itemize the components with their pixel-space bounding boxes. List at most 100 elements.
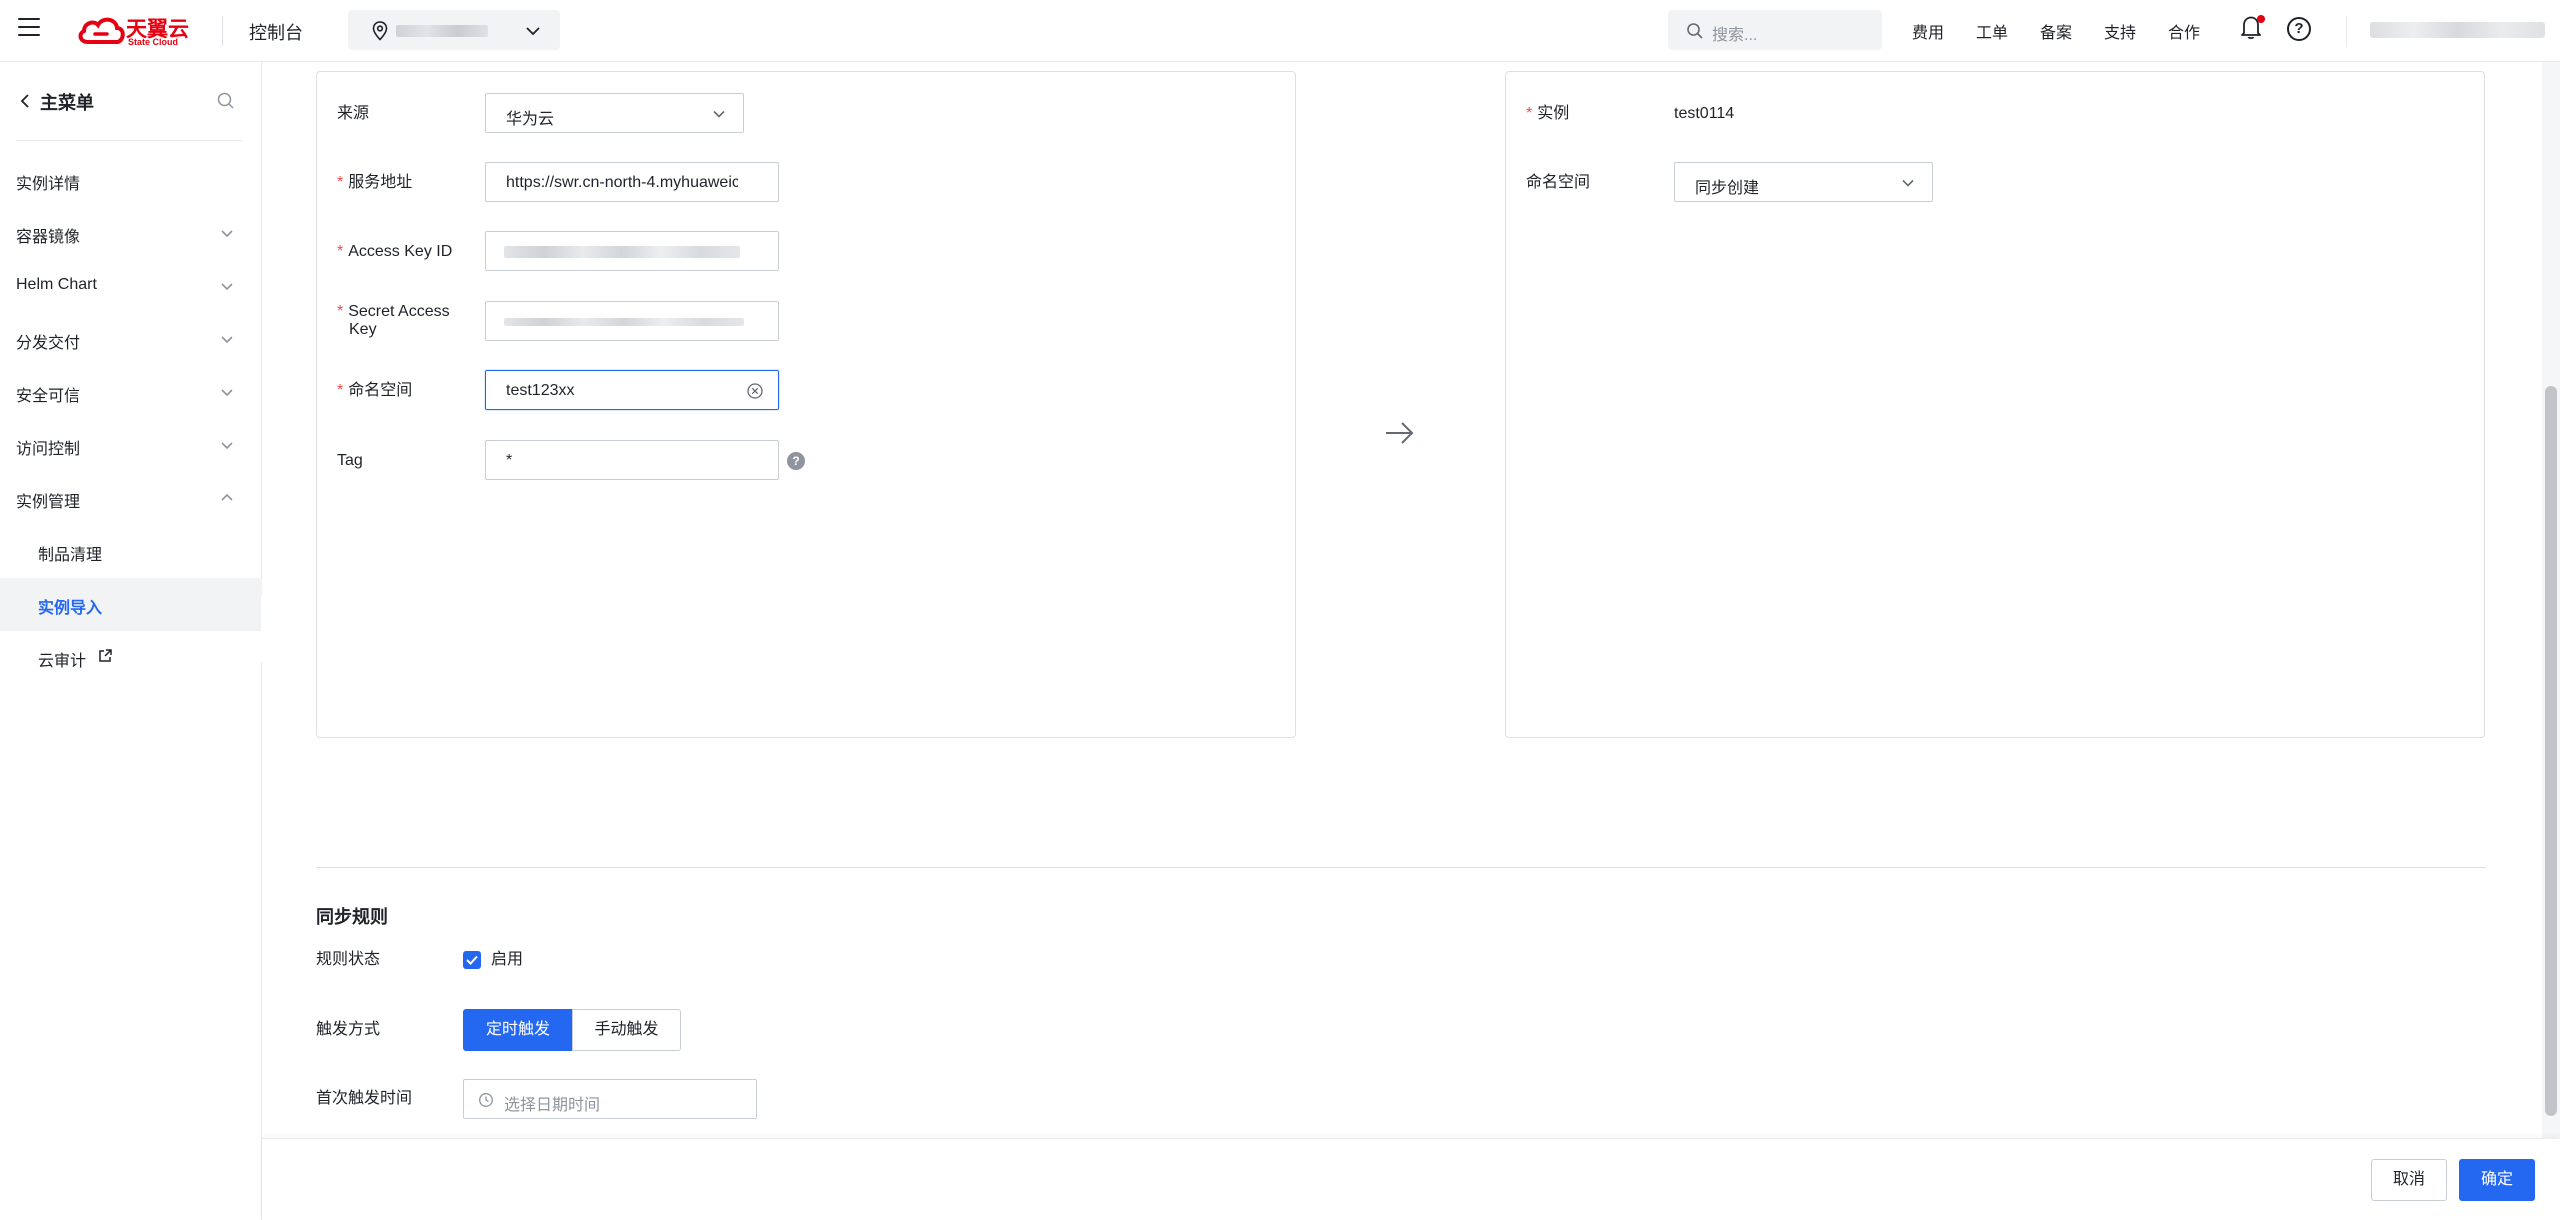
question-icon[interactable]: ? — [787, 452, 805, 470]
sidebar-item-label: 实例导入 — [38, 600, 103, 617]
chevron-down-icon — [221, 230, 233, 238]
location-pin-icon — [372, 21, 388, 41]
region-value-redacted — [396, 25, 488, 37]
checkmark-icon — [466, 955, 478, 965]
chevron-down-icon — [221, 389, 233, 397]
nav-tickets[interactable]: 工单 — [1976, 19, 2008, 43]
target-namespace-select[interactable]: 同步创建 — [1674, 162, 1933, 202]
instance-value: test0114 — [1674, 105, 1735, 122]
source-select-value: 华为云 — [506, 111, 555, 128]
access-key-id-label: * Access Key ID — [337, 243, 453, 260]
logo[interactable]: 天翼云 State Cloud — [76, 13, 198, 49]
divider — [316, 867, 2486, 868]
chevron-down-icon — [221, 336, 233, 344]
sync-rules-title: 同步规则 — [316, 907, 388, 927]
sidebar-item-instance-details[interactable]: 实例详情 — [0, 154, 262, 207]
clear-icon[interactable] — [746, 382, 764, 400]
target-namespace-label: 命名空间 — [1526, 174, 1591, 191]
nav-support[interactable]: 支持 — [2104, 19, 2136, 43]
namespace-input[interactable]: test123xx — [485, 370, 779, 410]
menu-icon[interactable] — [18, 18, 40, 38]
nav-billing[interactable]: 费用 — [1912, 19, 1944, 43]
search-placeholder: 搜索... — [1712, 27, 1758, 44]
sidebar: 主菜单 实例详情 容器镜像 Helm Chart 分发交付 安全可信 访问控制 … — [0, 62, 262, 1220]
search-icon[interactable] — [216, 91, 236, 111]
global-search-input[interactable]: 搜索... — [1668, 10, 1882, 50]
sidebar-header: 主菜单 — [16, 88, 242, 118]
region-select[interactable] — [348, 10, 560, 50]
rule-status-checkbox[interactable] — [463, 951, 481, 969]
namespace-value: test123xx — [506, 382, 575, 399]
arrow-right-icon — [1386, 422, 1414, 444]
tag-label: Tag — [337, 452, 363, 469]
instance-label: * 实例 — [1526, 105, 1570, 122]
sidebar-item-label: 实例管理 — [16, 494, 81, 511]
external-link-icon — [99, 649, 112, 662]
target-panel: * 实例 test0114 命名空间 同步创建 — [1505, 71, 2485, 738]
service-address-label: * 服务地址 — [337, 174, 413, 191]
sidebar-item-label: 实例详情 — [16, 176, 81, 193]
user-account-redacted[interactable] — [2370, 22, 2545, 38]
sidebar-item-label: 访问控制 — [16, 441, 81, 458]
source-label: 来源 — [337, 105, 370, 122]
service-address-value: https://swr.cn-north-4.myhuaweicloud.com — [506, 174, 738, 191]
clock-icon — [479, 1093, 493, 1107]
trigger-option-manual[interactable]: 手动触发 — [572, 1009, 681, 1051]
console-title[interactable]: 控制台 — [249, 19, 303, 45]
divider — [222, 16, 223, 46]
secret-access-key-input[interactable] — [485, 301, 779, 341]
sidebar-item-label: 制品清理 — [38, 547, 103, 564]
sidebar-subitem-artifact-cleanup[interactable]: 制品清理 — [0, 525, 262, 578]
sidebar-item-label: 分发交付 — [16, 335, 81, 352]
sidebar-item-label: 容器镜像 — [16, 229, 81, 246]
sidebar-item-distribution[interactable]: 分发交付 — [0, 313, 262, 366]
help-icon[interactable]: ? — [2287, 17, 2311, 41]
search-icon — [1687, 23, 1703, 39]
sidebar-subitem-instance-import[interactable]: 实例导入 — [0, 578, 262, 631]
tag-input[interactable]: * — [485, 440, 779, 480]
scrollbar-thumb[interactable] — [2545, 386, 2557, 1116]
sidebar-item-helm-chart[interactable]: Helm Chart — [0, 260, 262, 313]
sidebar-item-label: Helm Chart — [16, 276, 97, 293]
first-trigger-time-placeholder: 选择日期时间 — [504, 1097, 601, 1114]
sidebar-item-label: 云审计 — [38, 653, 87, 670]
sidebar-item-container-images[interactable]: 容器镜像 — [0, 207, 262, 260]
top-bar: 天翼云 State Cloud 控制台 搜索... 费用 工单 备案 支持 合作… — [0, 0, 2560, 62]
footer-bar: 取消 确定 — [262, 1138, 2560, 1220]
first-trigger-time-input[interactable]: 选择日期时间 — [463, 1079, 757, 1119]
secret-access-key-redacted — [504, 318, 744, 326]
chevron-left-icon[interactable] — [18, 92, 32, 110]
divider — [16, 140, 242, 141]
secret-access-key-label: * Secret Access Key — [337, 303, 450, 338]
tag-value: * — [506, 452, 513, 469]
divider — [2346, 16, 2347, 46]
source-panel: 来源 华为云 * 服务地址 https://swr.cn-north-4.myhu… — [316, 71, 1296, 738]
first-trigger-time-label: 首次触发时间 — [316, 1090, 413, 1107]
chevron-down-icon — [526, 27, 540, 36]
cloud-logo-icon — [78, 17, 125, 44]
chevron-down-icon — [221, 283, 233, 291]
sidebar-item-label: 安全可信 — [16, 388, 81, 405]
nav-filing[interactable]: 备案 — [2040, 19, 2072, 43]
service-address-input[interactable]: https://swr.cn-north-4.myhuaweicloud.com — [485, 162, 779, 202]
trigger-option-scheduled[interactable]: 定时触发 — [463, 1009, 573, 1051]
rule-status-checkbox-label[interactable]: 启用 — [491, 951, 523, 969]
cancel-button[interactable]: 取消 — [2371, 1159, 2447, 1201]
nav-partner[interactable]: 合作 — [2168, 19, 2200, 43]
sidebar-item-access-control[interactable]: 访问控制 — [0, 419, 262, 472]
notification-dot — [2257, 15, 2265, 23]
trigger-method-group: 定时触发 手动触发 — [463, 1009, 681, 1051]
sidebar-item-security[interactable]: 安全可信 — [0, 366, 262, 419]
sidebar-item-instance-management[interactable]: 实例管理 — [0, 472, 262, 525]
source-select[interactable]: 华为云 — [485, 93, 744, 133]
target-namespace-value: 同步创建 — [1695, 180, 1760, 197]
rule-status-label: 规则状态 — [316, 951, 381, 968]
chevron-up-icon — [221, 493, 233, 501]
sidebar-title: 主菜单 — [40, 93, 94, 113]
confirm-button[interactable]: 确定 — [2459, 1159, 2535, 1201]
sidebar-subitem-cloud-audit[interactable]: 云审计 — [0, 631, 262, 684]
chevron-down-icon — [713, 110, 725, 118]
chevron-down-icon — [1902, 179, 1914, 187]
namespace-label: * 命名空间 — [337, 382, 413, 399]
access-key-id-input[interactable] — [485, 231, 779, 271]
